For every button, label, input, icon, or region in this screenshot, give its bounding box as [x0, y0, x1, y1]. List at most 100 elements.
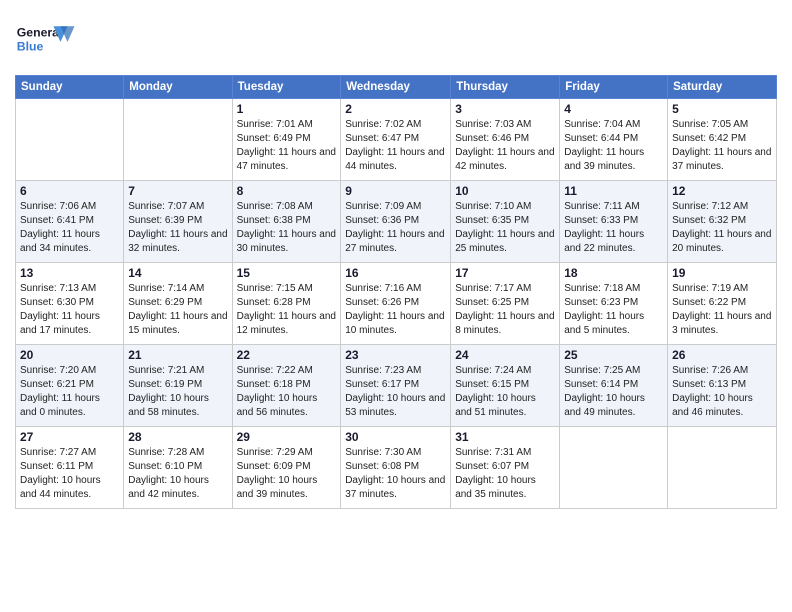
calendar-cell: 3Sunrise: 7:03 AMSunset: 6:46 PMDaylight… [451, 99, 560, 181]
day-info: Sunrise: 7:18 AMSunset: 6:23 PMDaylight:… [564, 282, 663, 338]
day-info: Sunrise: 7:12 AMSunset: 6:32 PMDaylight:… [672, 200, 772, 256]
week-row-3: 13Sunrise: 7:13 AMSunset: 6:30 PMDayligh… [16, 263, 777, 345]
day-info: Sunrise: 7:22 AMSunset: 6:18 PMDaylight:… [237, 364, 337, 420]
day-number: 4 [564, 102, 663, 116]
calendar-cell: 26Sunrise: 7:26 AMSunset: 6:13 PMDayligh… [668, 345, 777, 427]
daylight-text: Daylight: 11 hours and 20 minutes. [672, 229, 771, 254]
calendar-cell [668, 427, 777, 509]
calendar-cell: 21Sunrise: 7:21 AMSunset: 6:19 PMDayligh… [124, 345, 232, 427]
daylight-text: Daylight: 10 hours and 46 minutes. [672, 393, 753, 418]
day-info: Sunrise: 7:29 AMSunset: 6:09 PMDaylight:… [237, 446, 337, 502]
sunset-text: Sunset: 6:29 PM [128, 297, 202, 308]
sunset-text: Sunset: 6:11 PM [20, 461, 93, 472]
sunset-text: Sunset: 6:07 PM [455, 461, 529, 472]
day-info: Sunrise: 7:10 AM Sunset: 6:35 PM Daylight:… [455, 200, 555, 256]
sunset-text: Sunset: 6:17 PM [345, 379, 419, 390]
daylight-text: Daylight: 11 hours and 12 minutes. [237, 311, 336, 336]
calendar-cell: 25 Sunrise: 7:25 AMSunset: 6:14 PMDayligh… [560, 345, 668, 427]
daylight-text: Daylight: 11 hours and 27 minutes. [345, 229, 444, 254]
sunset-text: Sunset: 6:10 PM [128, 461, 202, 472]
day-number: 5 [672, 102, 772, 116]
sunrise-text: Sunrise: 7:08 AM [237, 201, 313, 212]
sunrise-text: Sunrise: 7:16 AM [345, 283, 421, 294]
sunrise-text: Sunrise: 7:09 AM [345, 201, 421, 212]
day-info: Sunrise: 7:24 AMSunset: 6:15 PMDaylight:… [455, 364, 555, 420]
day-number: 9 [345, 184, 446, 198]
day-info: Sunrise: 7:21 AMSunset: 6:19 PMDaylight:… [128, 364, 227, 420]
calendar-cell: 12Sunrise: 7:12 AMSunset: 6:32 PMDayligh… [668, 181, 777, 263]
calendar-cell: 17Sunrise: 7:17 AMSunset: 6:25 PMDayligh… [451, 263, 560, 345]
day-info: Sunrise: 7:19 AMSunset: 6:22 PMDaylight:… [672, 282, 772, 338]
calendar-cell: 20Sunrise: 7:20 AMSunset: 6:21 PMDayligh… [16, 345, 124, 427]
day-info: Sunrise: 7:25 AMSunset: 6:14 PMDaylight:… [564, 364, 663, 420]
daylight-text: Daylight: 10 hours and 56 minutes. [237, 393, 318, 418]
day-info: Sunrise: 7:15 AM Sunset: 6:28 PM Daylight:… [237, 282, 337, 338]
sunrise-text: Sunrise: 7:06 AM [20, 201, 96, 212]
day-info: Sunrise: 7:11 AMSunset: 6:33 PMDaylight:… [564, 200, 663, 256]
sunrise-text: Sunrise: 7:26 AM [672, 365, 748, 376]
sunrise-text: Sunrise: 7:03 AM [455, 119, 531, 130]
day-of-week-sunday: Sunday [16, 76, 124, 99]
day-info: Sunrise: 7:06 AMSunset: 6:41 PMDaylight:… [20, 200, 119, 256]
day-number: 16 [345, 266, 446, 280]
daylight-text: Daylight: 11 hours and 32 minutes. [128, 229, 227, 254]
calendar-cell: 31Sunrise: 7:31 AMSunset: 6:07 PMDayligh… [451, 427, 560, 509]
sunset-text: Sunset: 6:35 PM [455, 215, 529, 226]
sunrise-text: Sunrise: 7:11 AM [564, 201, 639, 212]
sunset-text: Sunset: 6:41 PM [20, 215, 94, 226]
day-number: 7 [128, 184, 227, 198]
sunrise-text: Sunrise: 7:25 AM [564, 365, 640, 376]
calendar-cell: 22Sunrise: 7:22 AMSunset: 6:18 PMDayligh… [232, 345, 341, 427]
calendar-cell: 19Sunrise: 7:19 AMSunset: 6:22 PMDayligh… [668, 263, 777, 345]
daylight-text: Daylight: 10 hours and 58 minutes. [128, 393, 209, 418]
daylight-text: Daylight: 11 hours and 47 minutes. [237, 147, 336, 172]
sunrise-text: Sunrise: 7:30 AM [345, 447, 421, 458]
sunrise-text: Sunrise: 7:21 AM [128, 365, 204, 376]
day-of-week-friday: Friday [560, 76, 668, 99]
sunset-text: Sunset: 6:25 PM [455, 297, 529, 308]
logo: General Blue [15, 14, 85, 69]
calendar-header-row: SundayMondayTuesdayWednesdayThursdayFrid… [16, 76, 777, 99]
sunrise-text: Sunrise: 7:24 AM [455, 365, 531, 376]
sunset-text: Sunset: 6:42 PM [672, 133, 746, 144]
sunrise-text: Sunrise: 7:27 AM [20, 447, 96, 458]
day-info: Sunrise: 7:16 AMSunset: 6:26 PMDaylight:… [345, 282, 446, 338]
sunset-text: Sunset: 6:21 PM [20, 379, 94, 390]
day-info: Sunrise: 7:31 AMSunset: 6:07 PMDaylight:… [455, 446, 555, 502]
daylight-text: Daylight: 11 hours and 44 minutes. [345, 147, 444, 172]
sunrise-text: Sunrise: 7:10 AM [455, 201, 531, 212]
calendar-cell: 6Sunrise: 7:06 AMSunset: 6:41 PMDaylight… [16, 181, 124, 263]
day-info: Sunrise: 7:05 AMSunset: 6:42 PMDaylight:… [672, 118, 772, 174]
sunrise-text: Sunrise: 7:23 AM [345, 365, 421, 376]
calendar-cell: 1Sunrise: 7:01 AMSunset: 6:49 PMDaylight… [232, 99, 341, 181]
sunset-text: Sunset: 6:23 PM [564, 297, 638, 308]
sunset-text: Sunset: 6:08 PM [345, 461, 419, 472]
sunrise-text: Sunrise: 7:22 AM [237, 365, 313, 376]
sunrise-text: Sunrise: 7:15 AM [237, 283, 313, 294]
daylight-text: Daylight: 11 hours and 25 minutes. [455, 229, 554, 254]
day-of-week-saturday: Saturday [668, 76, 777, 99]
daylight-text: Daylight: 11 hours and 15 minutes. [128, 311, 227, 336]
sunrise-text: Sunrise: 7:14 AM [128, 283, 204, 294]
day-number: 8 [237, 184, 337, 198]
calendar-cell: 30Sunrise: 7:30 AMSunset: 6:08 PMDayligh… [341, 427, 451, 509]
daylight-text: Daylight: 11 hours and 3 minutes. [672, 311, 771, 336]
calendar-cell: 5 Sunrise: 7:05 AMSunset: 6:42 PMDaylight… [668, 99, 777, 181]
sunrise-text: Sunrise: 7:29 AM [237, 447, 313, 458]
calendar-cell: 13Sunrise: 7:13 AMSunset: 6:30 PMDayligh… [16, 263, 124, 345]
day-number: 15 [237, 266, 337, 280]
sunset-text: Sunset: 6:46 PM [455, 133, 529, 144]
daylight-text: Daylight: 11 hours and 42 minutes. [455, 147, 554, 172]
day-number: 29 [237, 430, 337, 444]
calendar-cell: 9Sunrise: 7:09 AMSunset: 6:36 PMDaylight… [341, 181, 451, 263]
day-number: 13 [20, 266, 119, 280]
week-row-5: 27Sunrise: 7:27 AMSunset: 6:11 PMDayligh… [16, 427, 777, 509]
calendar-cell: 28Sunrise: 7:28 AMSunset: 6:10 PMDayligh… [124, 427, 232, 509]
day-info: Sunrise: 7:01 AMSunset: 6:49 PMDaylight:… [237, 118, 337, 174]
day-number: 28 [128, 430, 227, 444]
day-number: 20 [20, 348, 119, 362]
day-info: Sunrise: 7:08 AMSunset: 6:38 PMDaylight:… [237, 200, 337, 256]
sunset-text: Sunset: 6:28 PM [237, 297, 311, 308]
day-number: 25 [564, 348, 663, 362]
day-number: 10 [455, 184, 555, 198]
